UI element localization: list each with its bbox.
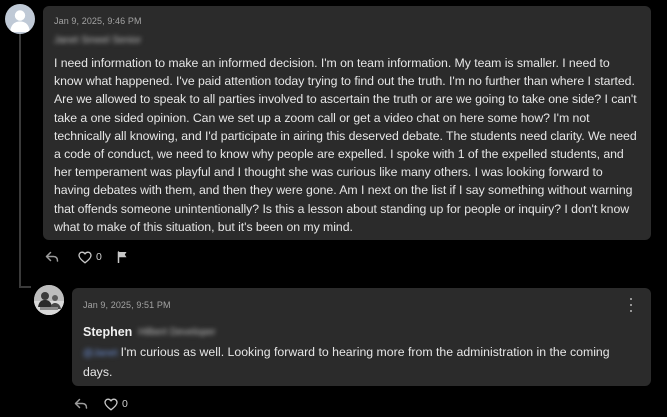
heart-outline-icon — [78, 251, 92, 263]
reply-card: Jan 9, 2025, 9:51 PM Stephen Hilbert Dev… — [72, 288, 651, 386]
like-button[interactable]: 0 — [104, 398, 128, 411]
comment-thread: Jan 9, 2025, 9:46 PM Janet Smeel Senior … — [0, 0, 667, 417]
user-mention[interactable]: @Janet — [83, 348, 118, 359]
comment-timestamp: Jan 9, 2025, 9:46 PM — [54, 16, 142, 26]
redacted-author-role: Hilbert Developer — [138, 326, 216, 338]
kebab-menu-icon[interactable] — [627, 298, 635, 312]
reply-timestamp: Jan 9, 2025, 9:51 PM — [83, 300, 171, 310]
like-button[interactable]: 0 — [78, 251, 102, 264]
reply-button[interactable] — [45, 251, 59, 263]
reply-actions: 0 — [72, 396, 128, 412]
flag-button[interactable] — [117, 251, 128, 263]
like-count: 0 — [96, 251, 102, 263]
reply-body-container: @Janet I'm curious as well. Looking forwa… — [83, 343, 640, 382]
reply-author-name: Stephen — [83, 325, 133, 339]
default-user-avatar-icon[interactable] — [5, 4, 35, 34]
reply-arrow-icon — [45, 251, 59, 262]
like-count: 0 — [122, 398, 128, 410]
thread-connector-elbow — [19, 286, 31, 288]
heart-outline-icon — [104, 398, 118, 410]
comment-actions: 0 — [43, 249, 128, 265]
thread-connector-line — [19, 34, 21, 288]
comment-body: I need information to make an informed d… — [54, 56, 637, 234]
comment-card: Jan 9, 2025, 9:46 PM Janet Smeel Senior … — [43, 6, 651, 240]
reply-arrow-icon — [74, 398, 88, 409]
redacted-author-name: Janet Smeel Senior — [54, 35, 142, 46]
user-photo-avatar[interactable] — [34, 285, 64, 315]
reply-button[interactable] — [74, 398, 88, 410]
reply-body: I'm curious as well. Looking forward to … — [83, 345, 610, 379]
comment-author[interactable]: Janet Smeel Senior — [54, 34, 640, 48]
reply-author[interactable]: Stephen Hilbert Developer — [83, 324, 640, 340]
flag-icon — [117, 251, 127, 263]
